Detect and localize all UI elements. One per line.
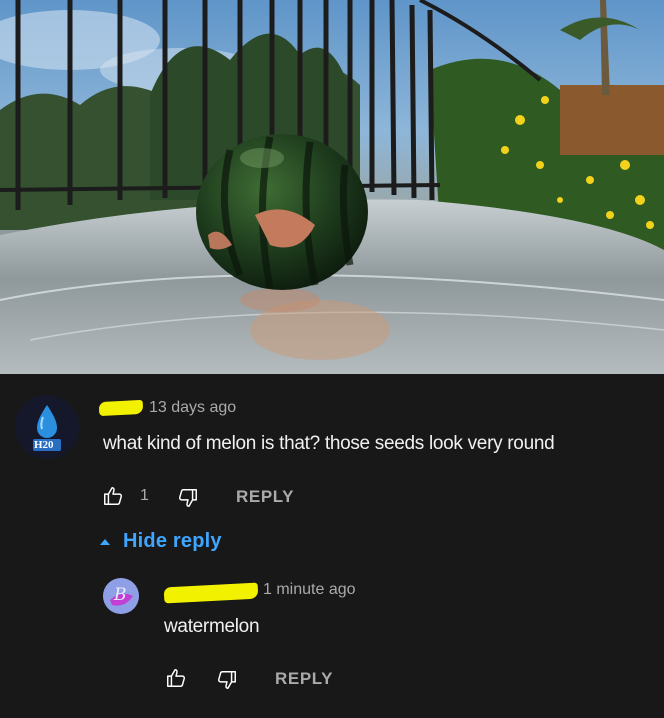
hide-replies-label: Hide reply bbox=[123, 530, 222, 552]
video-frame[interactable] bbox=[0, 0, 664, 374]
reply-thumbs-up-icon[interactable] bbox=[165, 667, 187, 689]
comment-text: what kind of melon is that? those seeds … bbox=[103, 433, 555, 454]
reply-reply-button[interactable]: REPLY bbox=[275, 669, 333, 689]
comment-author-name-redacted[interactable] bbox=[98, 399, 144, 417]
letter-b-logo-icon: B bbox=[103, 578, 139, 614]
thumbs-up-icon[interactable] bbox=[102, 485, 124, 507]
caret-up-icon bbox=[100, 538, 110, 545]
thumbs-down-icon[interactable] bbox=[177, 487, 199, 509]
hide-replies-toggle[interactable]: Hide reply bbox=[100, 530, 222, 553]
avatar-label: H20 bbox=[34, 439, 54, 451]
reply-author-avatar[interactable]: B bbox=[103, 578, 139, 614]
reply-text: watermelon bbox=[164, 616, 260, 637]
video-scene-image bbox=[0, 0, 664, 374]
commenter-avatar[interactable]: H20 bbox=[15, 395, 79, 459]
svg-text:B: B bbox=[113, 585, 127, 605]
reply-thumbs-down-icon[interactable] bbox=[216, 669, 238, 691]
reply-author-name-redacted[interactable] bbox=[163, 582, 259, 604]
reply-timestamp[interactable]: 1 minute ago bbox=[263, 581, 356, 599]
comments-section: H20 13 days ago what kind of melon is th… bbox=[0, 374, 664, 718]
like-count: 1 bbox=[140, 487, 149, 504]
reply-button[interactable]: REPLY bbox=[236, 487, 294, 507]
comment-timestamp[interactable]: 13 days ago bbox=[149, 399, 236, 417]
